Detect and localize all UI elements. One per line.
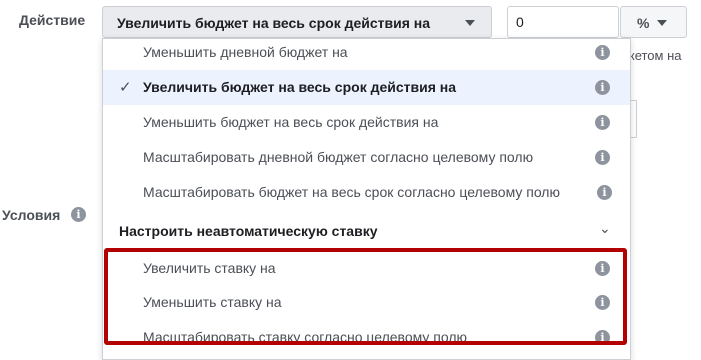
dropdown-option[interactable]: Масштабировать бюджет на весь срок согла…: [103, 175, 630, 210]
dropdown-option-label: Масштабировать ставку согласно целевому …: [143, 329, 468, 345]
dropdown-option-label: Увеличить бюджет на весь срок действия н…: [143, 79, 457, 95]
unit-select[interactable]: %: [620, 6, 687, 38]
info-icon[interactable]: i: [71, 207, 86, 222]
dropdown-option-label: Уменьшить ставку на: [143, 294, 282, 310]
conditions-label: Условия: [2, 207, 61, 223]
manual-bid-group-header[interactable]: Настроить неавтоматическую ставку ⌄: [103, 213, 630, 249]
dropdown-option[interactable]: Масштабировать ставку согласно целевому …: [103, 320, 630, 355]
action-select-value: Увеличить бюджет на весь срок действия н…: [117, 15, 431, 31]
info-icon[interactable]: i: [595, 115, 610, 130]
dropdown-option[interactable]: Уменьшить ставку на i: [103, 285, 630, 320]
dropdown-option-selected[interactable]: ✓ Увеличить бюджет на весь срок действия…: [103, 70, 630, 105]
info-icon[interactable]: i: [595, 80, 610, 95]
info-icon[interactable]: i: [595, 261, 610, 276]
unit-select-value: %: [637, 15, 650, 31]
dropdown-option-label: Увеличить ставку на: [143, 260, 276, 276]
background-text: жетом на: [626, 48, 682, 63]
action-dropdown-menu: Уменьшить дневной бюджет на i ✓ Увеличит…: [102, 38, 631, 360]
dropdown-option[interactable]: Масштабировать дневной бюджет согласно ц…: [103, 140, 630, 175]
dropdown-option[interactable]: Уменьшить дневной бюджет на i: [103, 39, 630, 70]
info-icon[interactable]: i: [595, 45, 610, 60]
info-icon[interactable]: i: [597, 185, 612, 200]
info-icon[interactable]: i: [595, 295, 610, 310]
action-select[interactable]: Увеличить бюджет на весь срок действия н…: [102, 6, 492, 38]
dropdown-option-label: Масштабировать бюджет на весь срок согла…: [143, 184, 560, 200]
action-label: Действие: [19, 12, 86, 28]
chevron-down-icon: ⌄: [599, 221, 611, 237]
info-icon[interactable]: i: [595, 330, 610, 345]
info-icon[interactable]: i: [595, 150, 610, 165]
caret-down-icon: [465, 20, 475, 26]
amount-input[interactable]: [507, 6, 619, 38]
dropdown-option-label: Уменьшить дневной бюджет на: [143, 44, 348, 60]
group-header-label: Настроить неавтоматическую ставку: [119, 223, 378, 239]
dropdown-option-label: Масштабировать дневной бюджет согласно ц…: [143, 149, 534, 165]
dropdown-option[interactable]: Уменьшить бюджет на весь срок действия н…: [103, 105, 630, 140]
check-icon: ✓: [119, 78, 132, 96]
dropdown-option-label: Уменьшить бюджет на весь срок действия н…: [143, 114, 439, 130]
dropdown-option[interactable]: Увеличить ставку на i: [103, 251, 630, 286]
caret-down-icon: [657, 20, 667, 26]
